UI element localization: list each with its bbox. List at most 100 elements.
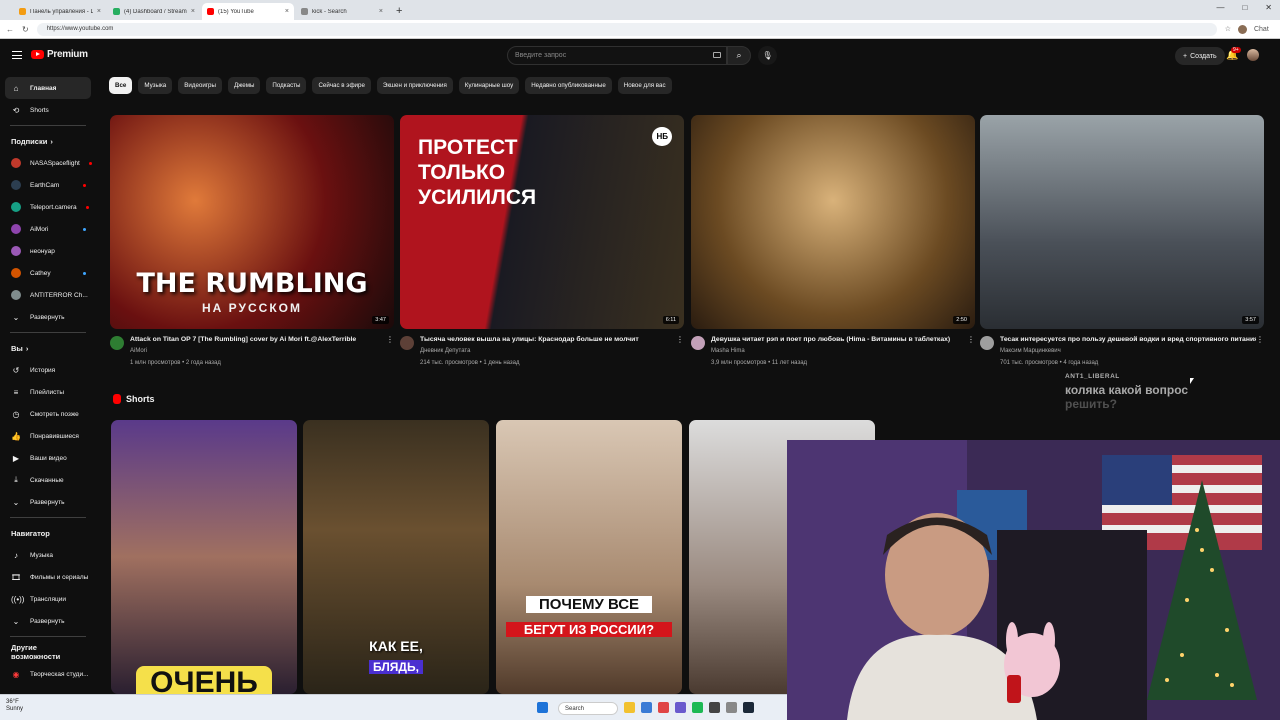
close-tab-icon[interactable]: ×	[191, 8, 195, 15]
sidebar-item[interactable]: ⌄ Развернуть	[0, 610, 96, 632]
filter-chip[interactable]: Все	[109, 77, 133, 94]
filter-chip[interactable]: Подкасты	[266, 77, 307, 94]
sidebar-item[interactable]: ⌄ Развернуть	[0, 306, 96, 328]
sidebar-section-title[interactable]: Вы ›	[0, 337, 96, 359]
sidebar-section-title[interactable]: Навигатор	[0, 522, 96, 544]
subscription-item[interactable]: AiMori	[0, 218, 96, 240]
create-button[interactable]: + Создать	[1175, 47, 1225, 65]
profile-avatar[interactable]	[1237, 24, 1247, 34]
menu-icon[interactable]	[12, 51, 22, 59]
channel-name[interactable]: Masha Hima	[711, 348, 745, 354]
close-tab-icon[interactable]: ×	[379, 8, 383, 15]
sidebar-item[interactable]: 🎞 Фильмы и сериалы	[0, 566, 96, 588]
channel-avatar[interactable]	[980, 336, 994, 350]
video-thumbnail[interactable]: 2:50	[691, 115, 975, 329]
subscription-item[interactable]: NASASpaceflight	[0, 152, 96, 174]
filter-chip[interactable]: Видеоигры	[178, 77, 222, 94]
reload-icon[interactable]: ↻	[22, 25, 29, 34]
steam-icon[interactable]	[743, 702, 754, 713]
subscription-item[interactable]: ANTITERROR Ch...	[0, 284, 96, 306]
short-card[interactable]: КАК ЕЕ, БЛЯДЬ,	[303, 420, 489, 694]
channel-avatar[interactable]	[400, 336, 414, 350]
sidebar-item[interactable]: ((•)) Трансляции	[0, 588, 96, 610]
more-options-icon[interactable]: ⋮	[967, 335, 975, 344]
sidebar-item[interactable]: ◷ Смотреть позже	[0, 403, 96, 425]
video-title[interactable]: Тесак интересуется про пользу дешевой во…	[1000, 336, 1256, 343]
sidebar-item-label: Понравившиеся	[30, 432, 79, 440]
voice-search-button[interactable]: 🎙	[758, 46, 777, 65]
sidebar-item[interactable]: 👍 Понравившиеся	[0, 425, 96, 447]
video-thumbnail[interactable]: 3:57	[980, 115, 1264, 329]
channel-name[interactable]: Максим Марцинкевич	[1000, 348, 1061, 354]
ai-chat-button[interactable]: Chat	[1254, 26, 1269, 33]
filter-chip[interactable]: Кулинарные шоу	[458, 77, 520, 94]
sidebar-item[interactable]: ↺ История	[0, 359, 96, 381]
video-title[interactable]: Attack on Titan OP 7 [The Rumbling] cove…	[130, 336, 386, 343]
sidebar-item[interactable]: ≡ Плейлисты	[0, 381, 96, 403]
short-card[interactable]: ПОЧЕМУ ВСЕ БЕГУТ ИЗ РОССИИ?	[496, 420, 682, 694]
back-icon[interactable]: ←	[6, 25, 14, 34]
taskbar-search[interactable]: Search	[558, 702, 618, 715]
short-card[interactable]: ОЧЕНЬ	[111, 420, 297, 694]
more-options-icon[interactable]: ⋮	[1256, 335, 1264, 344]
obs-icon[interactable]	[709, 702, 720, 713]
more-options-icon[interactable]: ⋮	[676, 335, 684, 344]
url-field[interactable]: https://www.youtube.com	[36, 22, 1217, 36]
filter-chip[interactable]: Недавно опубликованные	[525, 77, 612, 94]
settings-icon[interactable]	[726, 702, 737, 713]
discord-icon[interactable]	[675, 702, 686, 713]
channel-name[interactable]: Дневник Депутата	[420, 348, 470, 354]
video-title[interactable]: Девушка читает рэп и поет про любовь (Hi…	[711, 336, 967, 343]
edge-icon[interactable]	[641, 702, 652, 713]
start-icon[interactable]	[537, 702, 548, 713]
chrome-icon[interactable]	[692, 702, 703, 713]
sidebar-section-title[interactable]: Подписки ›	[0, 130, 96, 152]
sidebar-section-title[interactable]: Другие возможности	[0, 641, 96, 663]
sidebar-item[interactable]: ♪ Музыка	[0, 544, 96, 566]
cola-can	[1007, 675, 1021, 703]
video-thumbnail[interactable]: THE RUMBLING НА РУССКОМ 3:47	[110, 115, 394, 329]
filter-chip[interactable]: Джемы	[227, 77, 261, 94]
minimize-icon[interactable]: —	[1216, 3, 1224, 12]
channel-avatar[interactable]	[691, 336, 705, 350]
search-button[interactable]: ⌕	[727, 46, 751, 65]
sidebar-item[interactable]: ⌄ Развернуть	[0, 491, 96, 513]
maximize-icon[interactable]: □	[1242, 3, 1247, 12]
close-tab-icon[interactable]: ×	[97, 8, 101, 15]
subscription-item[interactable]: EarthCam	[0, 174, 96, 196]
sidebar-item[interactable]: ▶ Ваши видео	[0, 447, 96, 469]
keyboard-icon[interactable]	[713, 52, 721, 58]
filter-chip[interactable]: Экшен и приключения	[376, 77, 453, 94]
close-window-icon[interactable]: ✕	[1265, 3, 1272, 12]
search-input[interactable]: Введите запрос	[507, 46, 727, 65]
subscription-item[interactable]: Cathey	[0, 262, 96, 284]
subscription-item[interactable]: неонyap	[0, 240, 96, 262]
youtube-logo[interactable]: Premium	[31, 49, 88, 60]
account-avatar[interactable]	[1247, 49, 1259, 61]
browser-tab[interactable]: kick - Search ×	[296, 3, 388, 20]
sidebar-item[interactable]: ⟲ Shorts	[0, 99, 96, 121]
subscription-item[interactable]: Teleport.camera	[0, 196, 96, 218]
file-explorer-icon[interactable]	[624, 702, 635, 713]
media-icon[interactable]	[658, 702, 669, 713]
duration-badge: 2:50	[953, 316, 970, 324]
video-title[interactable]: Тысяча человек вышла на улицы: Краснодар…	[420, 336, 676, 343]
sidebar-item-label: Смотреть позже	[30, 410, 79, 418]
video-thumbnail[interactable]: ПРОТЕСТ ТОЛЬКО УСИЛИЛСЯ НБ 6:11	[400, 115, 684, 329]
filter-chip[interactable]: Сейчас в эфире	[312, 77, 371, 94]
filter-chip[interactable]: Музыка	[138, 77, 173, 94]
filter-chip[interactable]: Новое для вас	[617, 77, 672, 94]
close-tab-icon[interactable]: ×	[285, 8, 289, 15]
star-icon[interactable]: ☆	[1225, 25, 1231, 33]
more-options-icon[interactable]: ⋮	[386, 335, 394, 344]
weather-widget[interactable]: 36°F Sunny	[6, 699, 23, 713]
sidebar-item[interactable]: ◉ Творческая студи...	[0, 663, 96, 685]
browser-tab[interactable]: Панель управления - Donationali ×	[14, 3, 106, 20]
sidebar-item[interactable]: ⤓ Скачанные	[0, 469, 96, 491]
browser-tab[interactable]: (4) Dashboard / Streamelas ×	[108, 3, 200, 20]
browser-tab[interactable]: (15) YouTube ×	[202, 3, 294, 20]
channel-avatar[interactable]	[110, 336, 124, 350]
channel-name[interactable]: AiMori	[130, 348, 147, 354]
sidebar-item[interactable]: ⌂ Главная	[5, 77, 91, 99]
new-tab-button[interactable]: +	[396, 3, 402, 20]
